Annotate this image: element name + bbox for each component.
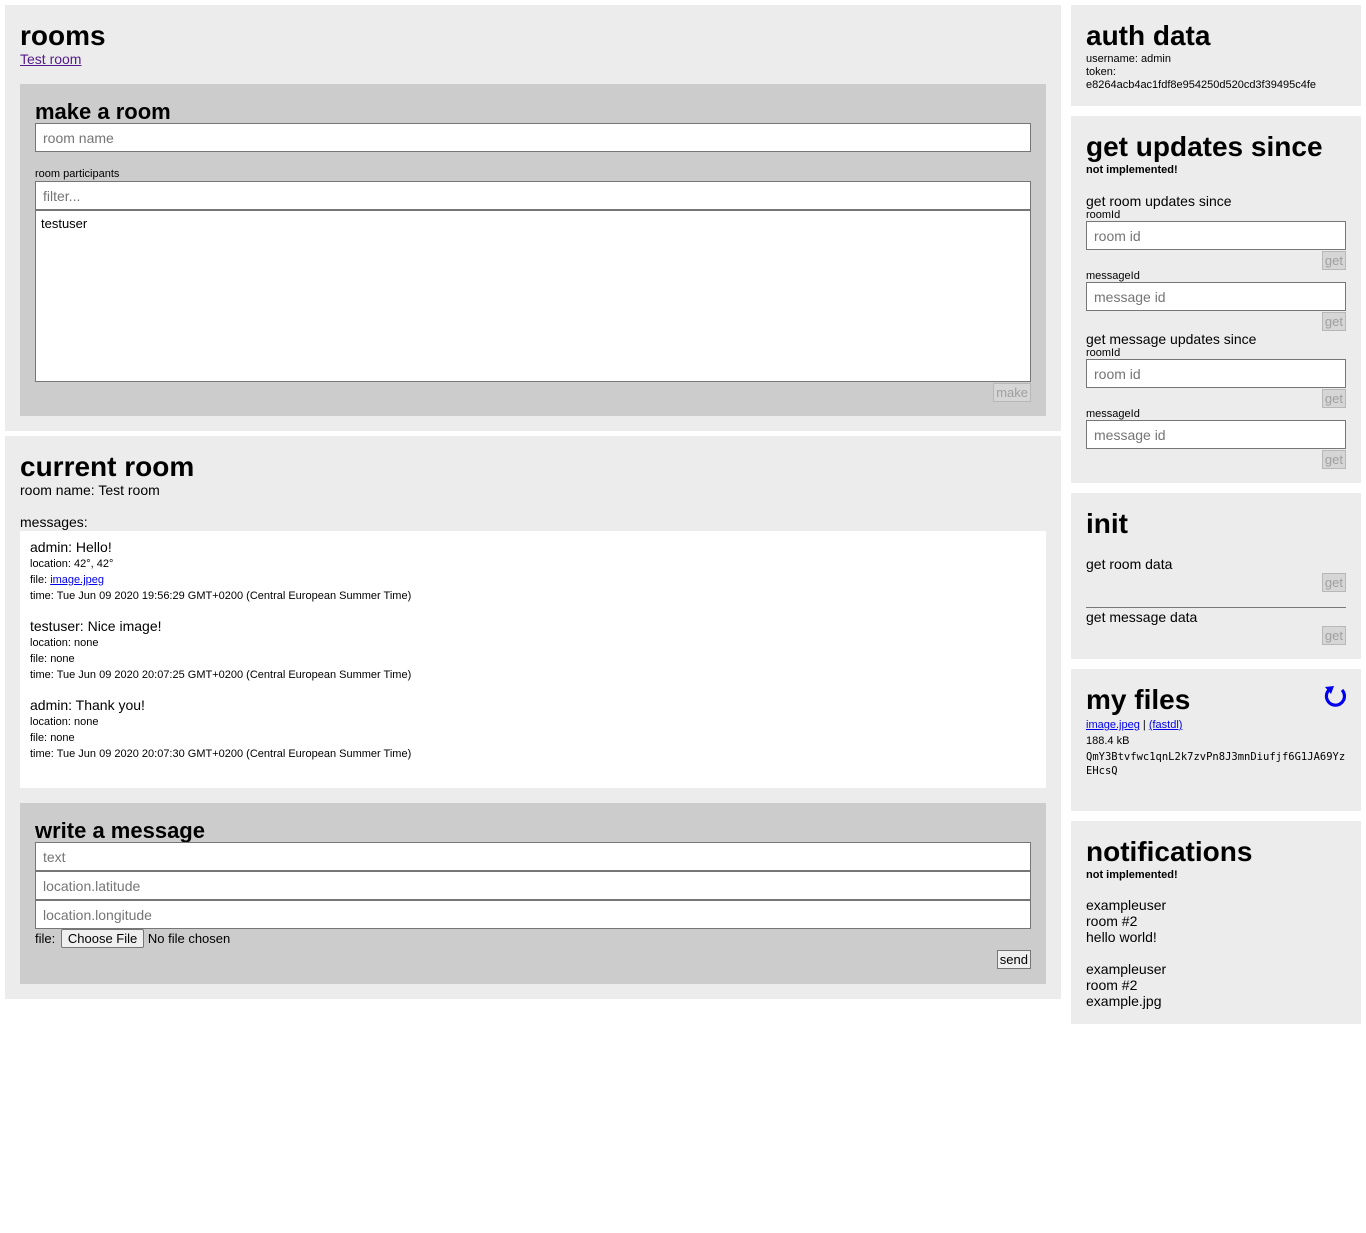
current-room-panel: current room room name: Test room messag… [5,436,1061,999]
get-message-data-label: get message data [1086,609,1198,625]
room-updates-messageid-get-button[interactable]: get [1321,312,1346,331]
room-updates-title: get room updates since [1086,193,1232,209]
notifications-title: notifications [1086,836,1253,867]
notification-user: exampleuser [1086,897,1167,913]
message-head: testuser: Nice image! [30,618,162,634]
room-name-input[interactable] [35,123,1031,152]
notification-item: exampleuser room #2 example.jpg [1086,961,1166,1009]
participant-option[interactable]: testuser [41,216,87,231]
current-room-title: current room [20,451,195,482]
message-updates-roomid-get-button[interactable]: get [1321,389,1346,408]
message-file-prefix: file: [30,653,51,665]
message-head: admin: Thank you! [30,697,145,713]
file-label: file: [35,931,56,946]
file-hash: QmY3Btvfwc1qnL2k7zvPn8J3mnDiufjf6G1JA69Y… [1086,751,1346,777]
notification-text: example.jpg [1086,993,1162,1009]
auth-token-value: e8264acb4ac1fdf8e954250d520cd3f39495c4fe [1086,79,1316,91]
message-file: file: image.jpeg [30,572,411,588]
file-size: 188.4 kB [1086,735,1130,747]
file-name-link[interactable]: image.jpeg [1086,719,1140,731]
message-file-prefix: file: [30,732,51,744]
location-latitude-input[interactable] [35,871,1031,900]
room-updates-roomid-get-button[interactable]: get [1321,251,1346,270]
message-time: time: Tue Jun 09 2020 20:07:25 GMT+0200 … [30,669,412,681]
notification-user: exampleuser [1086,961,1167,977]
message-location: location: none [30,637,99,649]
message-head: admin: Hello! [30,539,112,555]
my-files-title: my files [1086,684,1191,715]
message-file-none: none [50,732,75,744]
make-button[interactable]: make [993,383,1031,402]
no-file-chosen-label: No file chosen [147,931,231,946]
message-updates-title: get message updates since [1086,331,1257,347]
notification-room: room #2 [1086,977,1138,993]
notifications-note: not implemented! [1086,869,1178,881]
make-room-title: make a room [35,99,171,124]
file-link-separator: | [1139,719,1149,731]
message-text-input[interactable] [35,842,1031,871]
init-title: init [1086,508,1128,539]
messages-label: messages: [20,514,88,530]
participants-listbox[interactable]: testuser [35,210,1031,382]
notification-item: exampleuser room #2 hello world! [1086,897,1166,945]
auth-username: username: admin [1086,53,1171,65]
get-message-data-button[interactable]: get [1321,626,1346,645]
message-updates-roomid-input[interactable] [1086,359,1346,388]
my-files-panel: my files image.jpeg | (fastdl) 188.4 kB … [1071,669,1361,811]
file-picker-row: file: Choose File No file chosen [35,929,230,949]
choose-file-button[interactable]: Choose File [60,929,145,948]
message-item: admin: Thank you! location: none file: n… [30,697,411,762]
message-file-none: none [50,653,75,665]
message-location: location: 42°, 42° [30,558,114,570]
write-message-form: write a message file: Choose File No fil… [20,803,1046,984]
room-updates-roomid-input[interactable] [1086,221,1346,250]
write-message-title: write a message [35,818,205,843]
make-room-form: make a room room participants testuser m… [20,84,1046,416]
notification-text: hello world! [1086,929,1157,945]
updates-panel: get updates since not implemented! get r… [1071,116,1361,483]
message-file-link[interactable]: image.jpeg [50,574,104,586]
auth-data-panel: auth data username: admin token: e8264ac… [1071,5,1361,106]
rooms-panel: rooms Test room make a room room partici… [5,5,1061,431]
message-updates-messageid-get-button[interactable]: get [1321,450,1346,469]
message-time: time: Tue Jun 09 2020 20:07:30 GMT+0200 … [30,748,412,760]
message-file: file: none [30,730,411,746]
auth-data-title: auth data [1086,20,1211,51]
message-item: testuser: Nice image! location: none fil… [30,618,411,683]
get-room-data-label: get room data [1086,556,1173,572]
updates-note: not implemented! [1086,164,1178,176]
auth-token-label: token: [1086,66,1116,78]
room-link-test-room[interactable]: Test room [20,51,81,67]
updates-title: get updates since [1086,131,1323,162]
message-file: file: none [30,651,411,667]
location-longitude-input[interactable] [35,900,1031,929]
message-location: location: none [30,716,99,728]
send-button[interactable]: send [996,950,1031,969]
message-item: admin: Hello! location: 42°, 42° file: i… [30,539,411,604]
get-room-data-button[interactable]: get [1321,573,1346,592]
message-time: time: Tue Jun 09 2020 19:56:29 GMT+0200 … [30,590,412,602]
file-entry: image.jpeg | (fastdl) [1086,719,1182,732]
notifications-panel: notifications not implemented! exampleus… [1071,821,1361,1024]
init-divider [1086,607,1346,608]
notification-room: room #2 [1086,913,1138,929]
init-panel: init get room data get get message data … [1071,493,1361,659]
fastdl-link[interactable]: (fastdl) [1149,719,1183,731]
participants-filter-input[interactable] [35,181,1031,210]
refresh-icon[interactable] [1323,683,1347,711]
messages-list: admin: Hello! location: 42°, 42° file: i… [20,531,1046,788]
room-participants-label: room participants [35,168,120,180]
room-updates-messageid-input[interactable] [1086,282,1346,311]
room-name-line: room name: Test room [20,482,160,498]
rooms-title: rooms [20,20,106,51]
message-file-prefix: file: [30,574,51,586]
message-updates-messageid-input[interactable] [1086,420,1346,449]
